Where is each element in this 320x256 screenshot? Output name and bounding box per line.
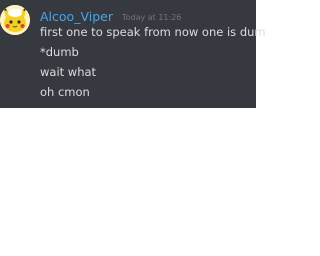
message-header: Alcoo_Viper Today at 11:26 bbox=[40, 6, 181, 25]
message-text: first one to speak from now one is dum bbox=[40, 25, 266, 39]
message-text: *dumb bbox=[40, 45, 79, 59]
pikachu-avatar-icon bbox=[0, 5, 30, 35]
message-text: wait what bbox=[40, 65, 97, 79]
message-text: oh cmon bbox=[40, 85, 90, 99]
author-username[interactable]: Alcoo_Viper bbox=[40, 9, 113, 24]
user-avatar[interactable] bbox=[0, 5, 30, 35]
message-timestamp: Today at 11:26 bbox=[122, 13, 182, 22]
chat-message-group: Alcoo_Viper Today at 11:26 first one to … bbox=[0, 0, 266, 108]
